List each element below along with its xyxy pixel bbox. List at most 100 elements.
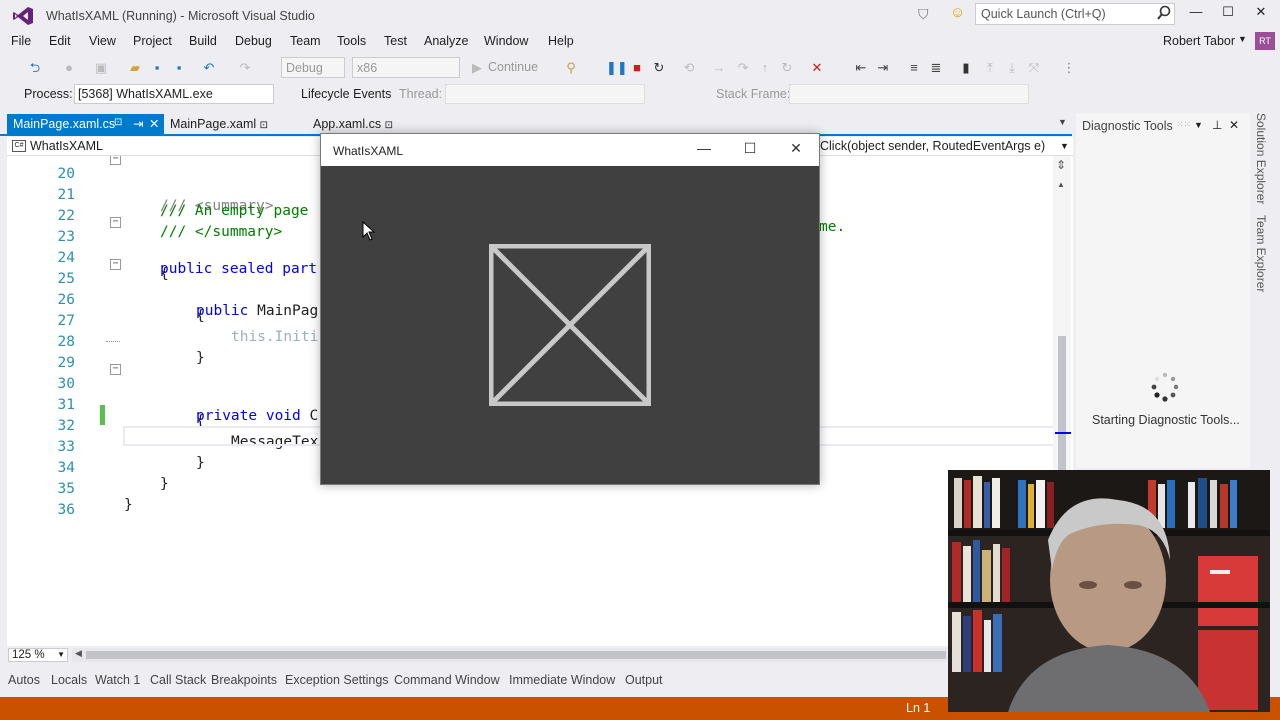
zoom-level-select[interactable]: 125 % ▼ [8, 648, 68, 662]
save-icon[interactable]: ▪ [148, 59, 166, 77]
outdent-icon[interactable]: ⇤ [852, 59, 870, 77]
scroll-up-icon[interactable]: ▲ [1057, 180, 1065, 189]
minimize-button[interactable]: — [1181, 4, 1211, 24]
solution-configuration-select[interactable]: Debug [281, 57, 345, 78]
exceptions-icon[interactable]: ✕ [808, 59, 826, 77]
tab-autos[interactable]: Autos [8, 673, 40, 687]
continue-icon[interactable]: ▶ [468, 59, 486, 77]
solution-explorer-tab[interactable]: Solution Explorer [1254, 113, 1268, 204]
process-select[interactable]: [5368] WhatIsXAML.exe [74, 84, 274, 104]
indent-icon[interactable]: ⇥ [874, 59, 892, 77]
avatar[interactable]: RT [1255, 32, 1275, 50]
tab-app-xaml-cs[interactable]: App.xaml.cs ⊡ [307, 114, 407, 134]
tab-mainpage-xaml-cs[interactable]: MainPage.xaml.cs ⊡ ⇥ ✕ [7, 114, 164, 134]
tab-immediate-window[interactable]: Immediate Window [509, 673, 615, 687]
tab-mainpage-xaml[interactable]: MainPage.xaml ⊡ [164, 114, 294, 134]
app-minimize-button[interactable]: — [689, 140, 719, 160]
quick-launch-input[interactable]: Quick Launch (Ctrl+Q) [975, 3, 1175, 25]
app-close-button[interactable]: ✕ [781, 140, 811, 160]
tab-watch-1[interactable]: Watch 1 [95, 673, 140, 687]
member-dropdown[interactable]: Click(object sender, RoutedEventArgs e) [820, 139, 1045, 153]
menu-team[interactable]: Team [290, 34, 321, 48]
editor-horizontal-scrollbar[interactable]: ◀ [72, 648, 947, 662]
search-icon[interactable] [1155, 5, 1173, 21]
scrollbar-thumb[interactable] [86, 651, 946, 659]
comment-icon[interactable]: ≡ [905, 59, 923, 77]
app-maximize-button[interactable]: ☐ [735, 140, 765, 160]
pin-icon[interactable]: ⊡ [385, 120, 393, 131]
collapse-icon[interactable]: − [110, 217, 121, 228]
tab-locals[interactable]: Locals [51, 673, 87, 687]
menu-build[interactable]: Build [189, 34, 217, 48]
chevron-down-icon[interactable]: ▼ [1194, 120, 1203, 130]
feedback-smiley-icon[interactable]: ☺ [950, 4, 965, 21]
team-explorer-tab[interactable]: Team Explorer [1254, 215, 1268, 292]
menu-edit[interactable]: Edit [49, 34, 71, 48]
menu-debug[interactable]: Debug [235, 34, 272, 48]
menu-project[interactable]: Project [133, 34, 172, 48]
previous-bookmark-icon[interactable]: ⤒ [981, 59, 999, 77]
split-icon[interactable]: ⇕ [1056, 158, 1066, 172]
menu-tools[interactable]: Tools [337, 34, 366, 48]
thread-select[interactable] [445, 84, 645, 104]
chevron-down-icon[interactable]: ▼ [57, 649, 65, 661]
next-bookmark-icon[interactable]: ⤓ [1003, 59, 1021, 77]
close-tab-icon[interactable]: ✕ [149, 116, 159, 131]
menu-view[interactable]: View [89, 34, 116, 48]
chevron-down-icon[interactable]: ▼ [1238, 34, 1247, 44]
break-all-icon[interactable]: ❚❚ [606, 59, 628, 77]
collapse-icon[interactable]: − [110, 156, 121, 165]
maximize-button[interactable]: ☐ [1213, 4, 1243, 24]
pin-icon[interactable]: ⊥ [1212, 118, 1222, 132]
notifications-filter-icon[interactable]: ⛉ [918, 6, 929, 23]
navigate-forward-icon[interactable]: ● [60, 59, 78, 77]
toolbar-overflow-icon[interactable]: ⋮ [1060, 59, 1078, 77]
pin-tab-icon[interactable]: ⇥ [133, 116, 143, 131]
uncomment-icon[interactable]: ≣ [927, 59, 945, 77]
save-all-icon[interactable]: ▪ [170, 59, 188, 77]
tab-command-window[interactable]: Command Window [394, 673, 500, 687]
run-to-cursor-icon[interactable]: ↻ [778, 59, 796, 77]
app-window-title-bar[interactable]: WhatIsXAML — ☐ ✕ [321, 134, 819, 166]
menu-file[interactable]: File [11, 34, 31, 48]
find-icon[interactable]: ⚲ [562, 59, 580, 77]
scroll-left-icon[interactable]: ◀ [75, 648, 82, 659]
show-next-statement-icon[interactable]: ⟲ [680, 59, 698, 77]
redo-icon[interactable]: ↷ [236, 59, 254, 77]
step-into-icon[interactable]: → [710, 59, 728, 77]
restart-icon[interactable]: ↻ [650, 59, 668, 77]
menu-test[interactable]: Test [384, 34, 407, 48]
menu-analyze[interactable]: Analyze [424, 34, 468, 48]
lifecycle-events-button[interactable]: Lifecycle Events [301, 87, 391, 101]
pin-icon[interactable]: ⊡ [260, 120, 268, 131]
tab-call-stack[interactable]: Call Stack [150, 673, 206, 687]
step-out-icon[interactable]: ↑ [756, 59, 774, 77]
stack-frame-select[interactable] [789, 84, 1029, 104]
tab-output[interactable]: Output [625, 673, 663, 687]
navigate-back-icon[interactable]: ⮌ [26, 59, 44, 77]
bookmark-icon[interactable]: ▮ [957, 59, 975, 77]
clear-bookmarks-icon[interactable]: ⤧ [1025, 59, 1043, 77]
project-dropdown[interactable]: WhatIsXAML [30, 139, 103, 153]
running-app-window[interactable]: WhatIsXAML — ☐ ✕ [320, 133, 820, 485]
menu-help[interactable]: Help [548, 34, 574, 48]
close-icon[interactable]: ✕ [1229, 118, 1239, 132]
chevron-down-icon[interactable]: ▼ [1060, 141, 1069, 151]
menu-window[interactable]: Window [484, 34, 528, 48]
tab-breakpoints[interactable]: Breakpoints [211, 673, 277, 687]
tab-exception-settings[interactable]: Exception Settings [285, 673, 389, 687]
stop-debugging-icon[interactable]: ■ [628, 59, 646, 77]
continue-button[interactable]: Continue [488, 60, 538, 74]
collapse-icon[interactable]: − [110, 364, 121, 375]
grip-icon[interactable]: ⁙⁙ [1176, 119, 1191, 130]
user-name[interactable]: Robert Tabor [1163, 34, 1235, 48]
tab-overflow-icon[interactable]: ▼ [1058, 117, 1067, 127]
collapse-icon[interactable]: − [110, 259, 121, 270]
pin-icon[interactable]: ⊡ [114, 117, 122, 128]
solution-platform-select[interactable]: x86 [352, 57, 460, 78]
open-file-icon[interactable]: ▰ [126, 59, 144, 77]
step-over-icon[interactable]: ↷ [734, 59, 752, 77]
undo-icon[interactable]: ↶ [200, 59, 218, 77]
new-project-icon[interactable]: ▣ [92, 59, 110, 77]
close-button[interactable]: ✕ [1246, 4, 1276, 24]
